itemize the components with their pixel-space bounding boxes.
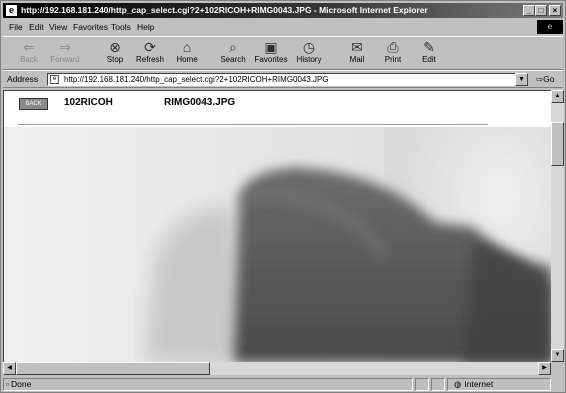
photo-image [4,127,552,363]
back-thumbnail-link[interactable]: BACK [19,98,48,110]
refresh-button[interactable]: ⟳ Refresh [130,39,170,67]
ie-throbber-logo: e [537,20,563,34]
divider [18,124,488,125]
search-label: Search [220,55,246,64]
status-pane-progress [415,378,429,391]
home-button[interactable]: ⌂ Home [167,39,207,67]
print-label: Print [384,55,402,64]
status-bar: ▫ Done ◍ Internet [3,377,563,392]
history-button[interactable]: ◷ History [289,39,329,67]
refresh-label: Refresh [135,55,164,64]
menu-file[interactable]: File [9,22,23,32]
window-title: http://192.168.181.240/http_cap_select.c… [21,5,428,15]
done-page-icon: ▫ [6,379,10,389]
edit-button[interactable]: ✎ Edit [409,39,449,67]
scroll-right-button[interactable]: ▶ [538,362,551,375]
history-label: History [296,55,322,64]
file-name: RIMG0043.JPG [164,97,236,108]
edit-icon: ✎ [423,39,435,55]
scroll-down-button[interactable]: ▼ [551,349,564,362]
go-label: Go [543,74,555,84]
scroll-up-button[interactable]: ▲ [551,90,564,103]
title-bar[interactable]: e http://192.168.181.240/http_cap_select… [3,3,563,18]
internet-explorer-icon[interactable]: e [6,5,17,16]
address-label: Address [7,74,39,84]
back-label: Back [20,55,38,64]
address-url: http://192.168.181.240/http_cap_select.c… [64,75,329,84]
standard-toolbar: ⇐ Back ⇒ Forward ⊗ Stop ⟳ Refresh ⌂ Home… [3,36,563,70]
scroll-left-button[interactable]: ◀ [3,362,16,375]
horizontal-scrollbar[interactable]: ◀ ▶ [3,362,551,375]
mail-label: Mail [349,55,365,64]
history-icon: ◷ [302,39,316,55]
go-button[interactable]: ⇨Go [536,74,554,85]
captured-photo [4,127,552,363]
mail-icon: ✉ [351,39,363,55]
status-pane-secure [431,378,445,391]
folder-name: 102RICOH [64,97,113,108]
back-button[interactable]: ⇐ Back [9,39,49,67]
page-icon: e [50,75,59,84]
maximize-button[interactable]: □ [535,5,547,16]
image-header: BACK 102RICOH RIMG0043.JPG [4,91,552,121]
favorites-label: Favorites [254,55,288,64]
favorites-button[interactable]: ▣ Favorites [251,39,291,67]
home-label: Home [176,55,198,64]
stop-button[interactable]: ⊗ Stop [95,39,135,67]
search-icon: ⌕ [229,39,237,55]
menu-favorites[interactable]: Favorites [73,22,108,32]
home-icon: ⌂ [182,39,192,55]
status-text-pane: ▫ Done [3,378,413,391]
search-button[interactable]: ⌕ Search [213,39,253,67]
status-text: Done [11,379,32,389]
stop-label: Stop [106,55,124,64]
print-icon: ⎙ [387,39,399,55]
minimize-button[interactable]: _ [523,5,535,16]
stop-icon: ⊗ [109,39,121,55]
horizontal-scroll-thumb[interactable] [16,362,210,375]
browser-window: e http://192.168.181.240/http_cap_select… [0,0,566,393]
mail-button[interactable]: ✉ Mail [337,39,377,67]
globe-icon: ◍ [454,379,462,389]
print-button[interactable]: ⎙ Print [373,39,413,67]
menu-tools[interactable]: Tools [111,22,131,32]
zone-pane: ◍ Internet [447,378,551,391]
page-content: BACK 102RICOH RIMG0043.JPG [3,90,552,363]
menu-view[interactable]: View [49,22,67,32]
favorites-icon: ▣ [264,39,278,55]
address-bar: Address e http://192.168.181.240/http_ca… [3,70,563,88]
forward-arrow-icon: ⇒ [59,39,71,55]
edit-label: Edit [422,55,436,64]
address-input[interactable]: e http://192.168.181.240/http_cap_select… [47,73,528,86]
forward-label: Forward [50,55,80,64]
scrollbar-corner [551,362,564,375]
refresh-icon: ⟳ [144,39,156,55]
forward-button[interactable]: ⇒ Forward [45,39,85,67]
zone-label: Internet [464,379,494,389]
menu-edit[interactable]: Edit [29,22,44,32]
menu-help[interactable]: Help [137,22,154,32]
menu-bar: File Edit View Favorites Tools Help [3,20,563,34]
back-arrow-icon: ⇐ [23,39,35,55]
address-dropdown-button[interactable]: ▼ [515,73,528,86]
close-button[interactable]: × [549,5,561,16]
vertical-scrollbar[interactable]: ▲ ▼ [551,90,564,362]
vertical-scroll-thumb[interactable] [551,122,564,166]
